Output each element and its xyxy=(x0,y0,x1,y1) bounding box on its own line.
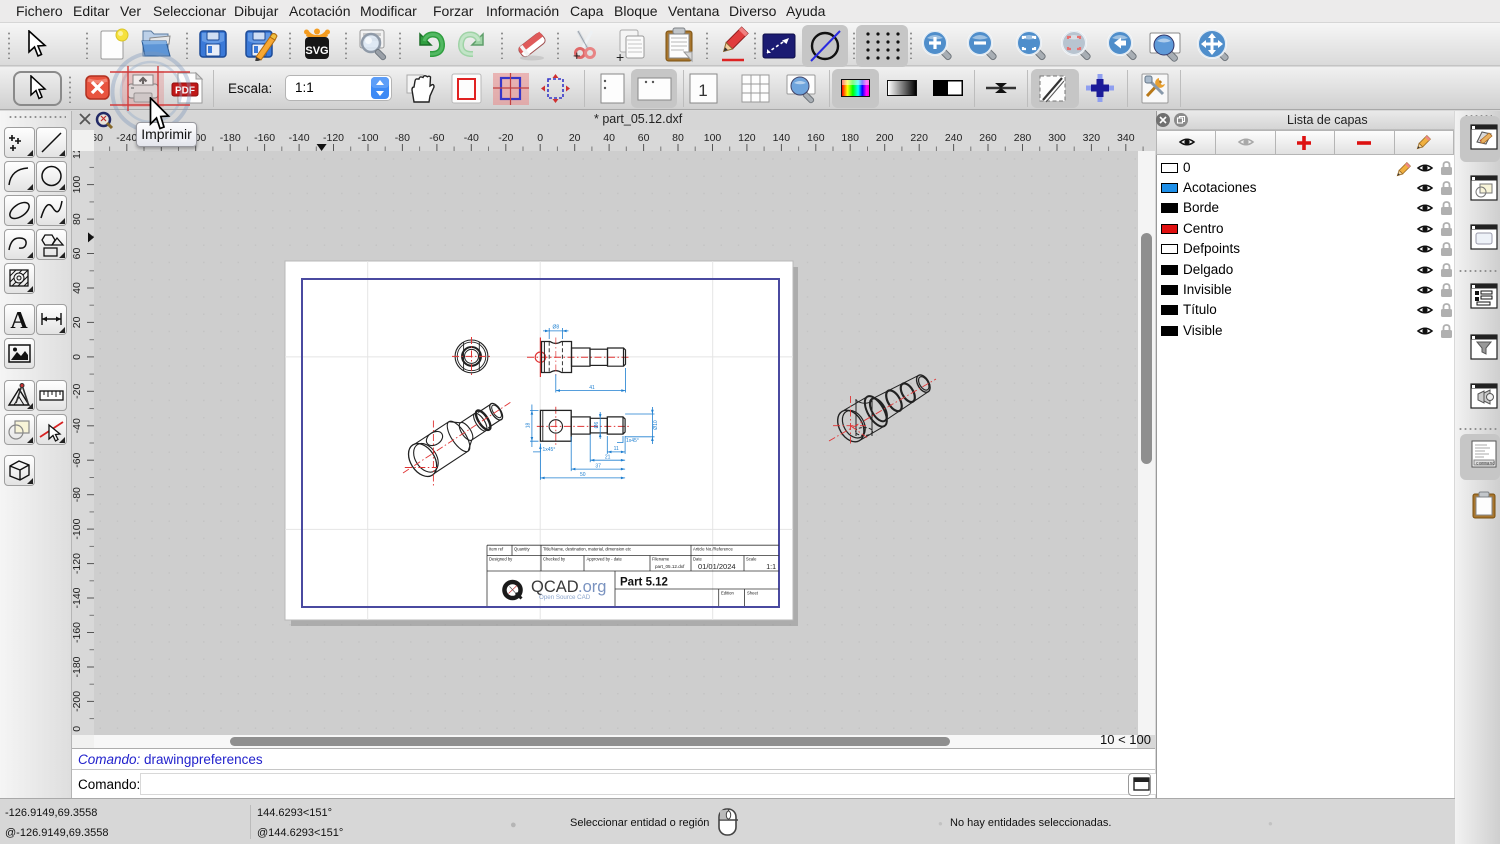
svg-text:+: + xyxy=(616,49,624,64)
svg-text:200: 200 xyxy=(876,132,894,144)
svg-text:1: 1 xyxy=(698,81,707,100)
svg-text:-260: -260 xyxy=(94,132,103,144)
svg-text:command: command xyxy=(1476,461,1495,467)
svg-text:0: 0 xyxy=(537,132,543,144)
svg-text:-80: -80 xyxy=(395,132,410,144)
svg-text:1x45°: 1x45° xyxy=(626,438,639,444)
svg-text:part_05.12.dxf: part_05.12.dxf xyxy=(655,564,685,569)
svg-text:01/01/2024: 01/01/2024 xyxy=(698,562,736,571)
svg-text:120: 120 xyxy=(72,151,83,159)
svg-text:18: 18 xyxy=(526,423,532,429)
svg-text:-140: -140 xyxy=(72,587,83,608)
svg-text:Article No./Reference: Article No./Reference xyxy=(693,547,733,552)
svg-text:-20: -20 xyxy=(72,384,83,399)
svg-text:Edition: Edition xyxy=(721,591,734,596)
svg-text:1:1: 1:1 xyxy=(766,564,776,571)
svg-text:100: 100 xyxy=(72,176,83,194)
svg-text:180: 180 xyxy=(841,132,859,144)
svg-text:SVG: SVG xyxy=(305,45,328,57)
svg-text:-40: -40 xyxy=(72,418,83,433)
svg-text:11: 11 xyxy=(614,446,619,452)
svg-text:50: 50 xyxy=(580,472,586,478)
svg-text:160: 160 xyxy=(807,132,825,144)
svg-text:Approved by - date: Approved by - date xyxy=(587,557,623,562)
svg-text:+: + xyxy=(573,48,581,63)
svg-text:Ø8: Ø8 xyxy=(552,325,559,331)
svg-text:-180: -180 xyxy=(72,656,83,677)
svg-text:21: 21 xyxy=(605,454,611,460)
svg-text:0: 0 xyxy=(72,354,83,360)
svg-text:80: 80 xyxy=(672,132,684,144)
svg-text:-160: -160 xyxy=(72,622,83,643)
svg-text:-40: -40 xyxy=(464,132,479,144)
svg-text:Designed by: Designed by xyxy=(489,557,513,562)
svg-text:80: 80 xyxy=(72,213,83,225)
svg-text:300: 300 xyxy=(1048,132,1066,144)
svg-text:Filename: Filename xyxy=(652,557,670,562)
svg-text:Checked by: Checked by xyxy=(543,557,566,562)
svg-text:-60: -60 xyxy=(429,132,444,144)
svg-text:120: 120 xyxy=(738,132,756,144)
svg-text:40: 40 xyxy=(72,282,83,294)
svg-text:41: 41 xyxy=(589,385,595,391)
svg-text:-120: -120 xyxy=(72,553,83,574)
svg-text:Title/Name, destination, mater: Title/Name, destination, material, dimen… xyxy=(543,547,631,552)
svg-text:Ø10: Ø10 xyxy=(653,420,659,430)
svg-text:60: 60 xyxy=(638,132,650,144)
svg-text:-60: -60 xyxy=(72,452,83,467)
svg-text:-100: -100 xyxy=(357,132,378,144)
svg-text:37: 37 xyxy=(595,463,601,469)
svg-text:Sheet: Sheet xyxy=(747,591,759,596)
svg-text:-80: -80 xyxy=(72,487,83,502)
svg-text:Date: Date xyxy=(693,557,703,562)
svg-text:280: 280 xyxy=(1014,132,1032,144)
svg-text:20: 20 xyxy=(569,132,581,144)
svg-text:140: 140 xyxy=(773,132,791,144)
svg-text:340: 340 xyxy=(1117,132,1135,144)
svg-text:-180: -180 xyxy=(220,132,241,144)
svg-text:Scale: Scale xyxy=(746,557,757,562)
svg-text:1x45°: 1x45° xyxy=(543,447,556,453)
svg-text:Ø6: Ø6 xyxy=(594,421,600,428)
svg-text:Open Source CAD: Open Source CAD xyxy=(539,594,591,601)
svg-text:-160: -160 xyxy=(254,132,275,144)
svg-text:Part 5.12: Part 5.12 xyxy=(620,577,668,589)
svg-text:100: 100 xyxy=(704,132,722,144)
svg-text:220: 220 xyxy=(910,132,928,144)
svg-text:240: 240 xyxy=(945,132,963,144)
svg-text:-100: -100 xyxy=(72,518,83,539)
svg-text:Quantity: Quantity xyxy=(514,547,531,552)
svg-text:320: 320 xyxy=(1083,132,1101,144)
svg-text:260: 260 xyxy=(979,132,997,144)
svg-text:-120: -120 xyxy=(323,132,344,144)
svg-text:0: 0 xyxy=(72,726,83,732)
svg-text:40: 40 xyxy=(603,132,615,144)
svg-text:-200: -200 xyxy=(72,691,83,712)
svg-text:-20: -20 xyxy=(498,132,513,144)
svg-text:Item ref: Item ref xyxy=(489,547,504,552)
svg-text:-140: -140 xyxy=(289,132,310,144)
svg-text:20: 20 xyxy=(72,316,83,328)
svg-text:60: 60 xyxy=(72,248,83,260)
svg-text:A: A xyxy=(10,308,28,334)
